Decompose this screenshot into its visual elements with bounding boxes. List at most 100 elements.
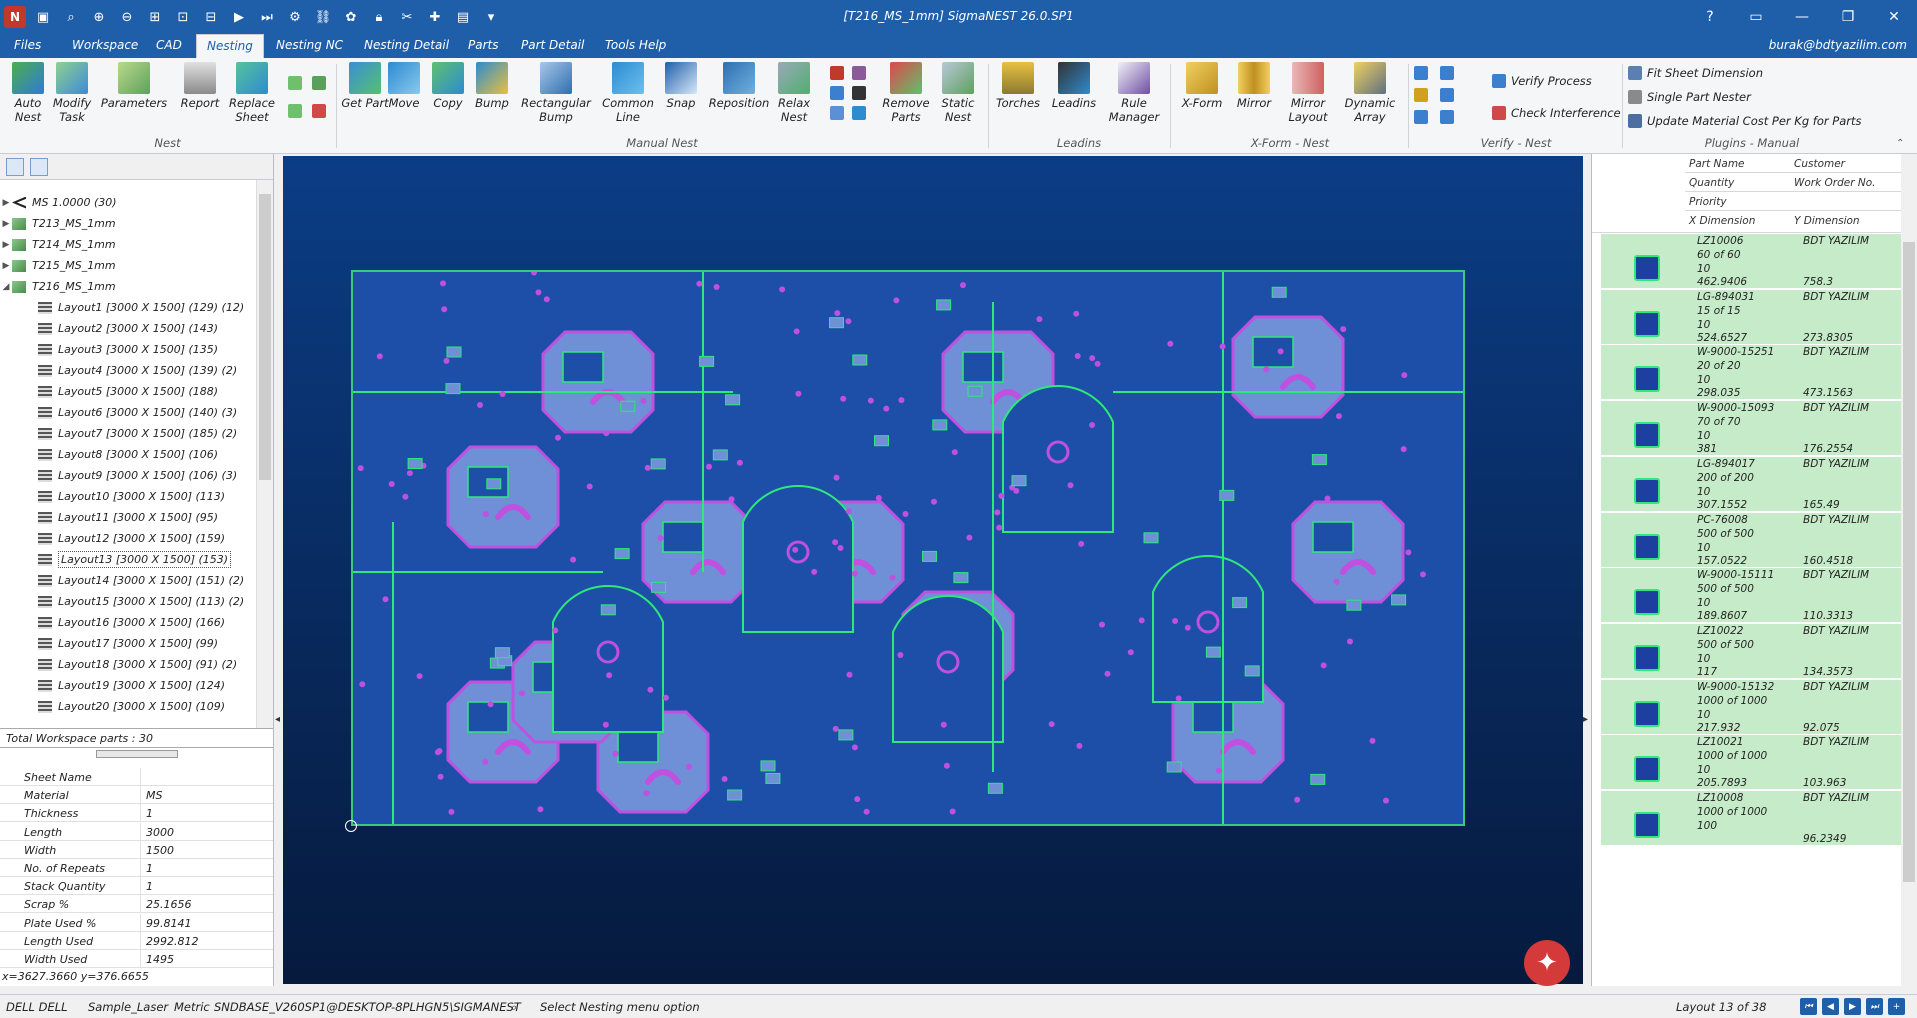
part-row[interactable]: LZ10006 BDT YAZILIM 60 of 60 10 462.9406 758.… <box>1601 234 1901 289</box>
small-hole[interactable] <box>1089 355 1096 362</box>
small-hole[interactable] <box>482 758 489 765</box>
small-hole[interactable] <box>1277 348 1284 355</box>
tree-item-layout[interactable]: Layout19 [3000 X 1500] (124) <box>0 675 256 696</box>
small-hole[interactable] <box>1175 695 1182 702</box>
small-hole[interactable] <box>640 398 647 404</box>
nested-part-arch[interactable] <box>742 484 854 633</box>
tab-cad[interactable]: CAD <box>156 38 182 52</box>
tree-item-layout[interactable]: Layout17 [3000 X 1500] (99) <box>0 633 256 654</box>
dynamic-array-button[interactable]: Dynamic Array <box>1338 62 1402 134</box>
assistant-sparkle-icon[interactable]: ✦ <box>1524 940 1570 986</box>
expand-icon[interactable]: ▶ <box>0 240 12 250</box>
small-part[interactable] <box>727 789 743 801</box>
small-part[interactable] <box>712 449 728 461</box>
collapse-ribbon-icon[interactable]: ⌃ <box>1896 138 1910 152</box>
collapse-left-icon[interactable]: ◂ <box>275 714 280 725</box>
small-hole[interactable] <box>382 596 389 603</box>
nested-part-arch[interactable] <box>892 594 1004 743</box>
small-hole[interactable] <box>834 310 841 317</box>
small-hole[interactable] <box>1172 618 1179 624</box>
relax-nest-button[interactable]: Relax Nest <box>766 62 822 134</box>
small-part[interactable] <box>874 435 889 447</box>
small-hole[interactable] <box>1104 670 1111 677</box>
small-hole[interactable] <box>889 574 896 581</box>
property-row[interactable]: Length 3000 <box>0 822 273 841</box>
small-hole[interactable] <box>793 328 800 335</box>
small-hole[interactable] <box>996 524 1003 531</box>
small-hole[interactable] <box>647 686 654 693</box>
tree-item-layout[interactable]: Layout4 [3000 X 1500] (139) (2) <box>0 360 256 381</box>
small-hole[interactable] <box>603 430 610 437</box>
small-part[interactable] <box>1346 599 1362 611</box>
small-hole[interactable] <box>1369 737 1376 744</box>
property-row[interactable]: Length Used 2992.812 <box>0 931 273 950</box>
property-row[interactable]: Width 1500 <box>0 840 273 859</box>
small-hole[interactable] <box>662 694 669 701</box>
small-hole[interactable] <box>643 790 650 797</box>
tree-item-layout[interactable]: Layout3 [3000 X 1500] (135) <box>0 339 256 360</box>
small-hole[interactable] <box>586 483 593 490</box>
small-hole[interactable] <box>434 749 441 756</box>
small-manual-icon-1[interactable] <box>830 66 844 80</box>
small-hole[interactable] <box>499 391 506 397</box>
tree-item-layout[interactable]: Layout6 [3000 X 1500] (140) (3) <box>0 402 256 423</box>
tree-item-layout[interactable]: Layout2 [3000 X 1500] (143) <box>0 318 256 339</box>
small-hole[interactable] <box>811 568 818 575</box>
part-cutout[interactable] <box>617 731 659 763</box>
tab-workspace[interactable]: Workspace <box>72 38 138 52</box>
last-layout-icon[interactable]: ⏭ <box>1866 998 1883 1015</box>
small-part[interactable] <box>1011 475 1027 487</box>
part-row[interactable]: LZ10021 BDT YAZILIM 1000 of 1000 10 205.7893… <box>1601 735 1901 791</box>
small-hole[interactable] <box>779 286 786 293</box>
tree-item-layout[interactable]: Layout10 [3000 X 1500] (113) <box>0 486 256 507</box>
tree-item-layout[interactable]: Layout7 [3000 X 1500] (185) (2) <box>0 423 256 444</box>
small-hole[interactable] <box>898 397 905 404</box>
small-hole[interactable] <box>845 508 852 515</box>
small-hole[interactable] <box>863 808 870 815</box>
small-part[interactable] <box>445 383 461 395</box>
small-hole[interactable] <box>998 492 1005 499</box>
add-layout-icon[interactable]: + <box>1888 998 1905 1015</box>
small-hole[interactable] <box>402 493 409 500</box>
small-part[interactable] <box>829 317 844 329</box>
small-hole[interactable] <box>1383 797 1389 804</box>
small-hole[interactable] <box>406 470 413 477</box>
small-hole[interactable] <box>949 808 956 815</box>
small-hole[interactable] <box>482 511 489 518</box>
collapse-right-icon[interactable]: ▸ <box>1583 714 1588 725</box>
small-part[interactable] <box>620 400 636 412</box>
small-hole[interactable] <box>437 773 444 780</box>
small-hole[interactable] <box>951 449 958 456</box>
tree-item-layout[interactable]: Layout14 [3000 X 1500] (151) (2) <box>0 570 256 591</box>
small-hole[interactable] <box>448 808 455 815</box>
col-x-dimension[interactable]: X Dimension <box>1689 215 1755 227</box>
small-part[interactable] <box>1391 594 1407 606</box>
tree-item-layout[interactable]: Layout9 [3000 X 1500] (106) (3) <box>0 465 256 486</box>
small-hole[interactable] <box>1400 446 1407 453</box>
part-cutout[interactable] <box>962 351 1004 383</box>
small-hole[interactable] <box>1074 353 1081 359</box>
small-nest-icon-3[interactable] <box>288 104 302 118</box>
reposition-button[interactable]: Reposition <box>706 62 772 134</box>
tree-item-task[interactable]: ▶ T215_MS_1mm <box>0 255 256 276</box>
small-hole[interactable] <box>943 762 950 769</box>
small-hole[interactable] <box>570 556 577 563</box>
check-icon[interactable] <box>312 104 326 118</box>
small-hole[interactable] <box>875 495 882 501</box>
small-hole[interactable] <box>846 671 853 678</box>
mirror-layout-button[interactable]: Mirror Layout <box>1280 62 1336 134</box>
small-hole[interactable] <box>792 546 799 553</box>
part-row[interactable]: PC-76008 BDT YAZILIM 500 of 500 10 157.0522 1… <box>1601 512 1901 568</box>
tab-parts[interactable]: Parts <box>468 38 498 52</box>
small-hole[interactable] <box>851 744 858 751</box>
part-cutout[interactable] <box>1252 336 1294 368</box>
leadins-button[interactable]: Leadins <box>1046 62 1102 134</box>
small-hole[interactable] <box>477 402 483 408</box>
part-cutout[interactable] <box>662 521 704 553</box>
small-hole[interactable] <box>1127 649 1134 656</box>
tree-item-layout[interactable]: Layout5 [3000 X 1500] (188) <box>0 381 256 402</box>
small-part[interactable] <box>838 729 854 741</box>
rule-manager-button[interactable]: Rule Manager <box>1106 62 1162 134</box>
col-quantity[interactable]: Quantity <box>1689 177 1734 189</box>
small-hole[interactable] <box>376 353 383 360</box>
